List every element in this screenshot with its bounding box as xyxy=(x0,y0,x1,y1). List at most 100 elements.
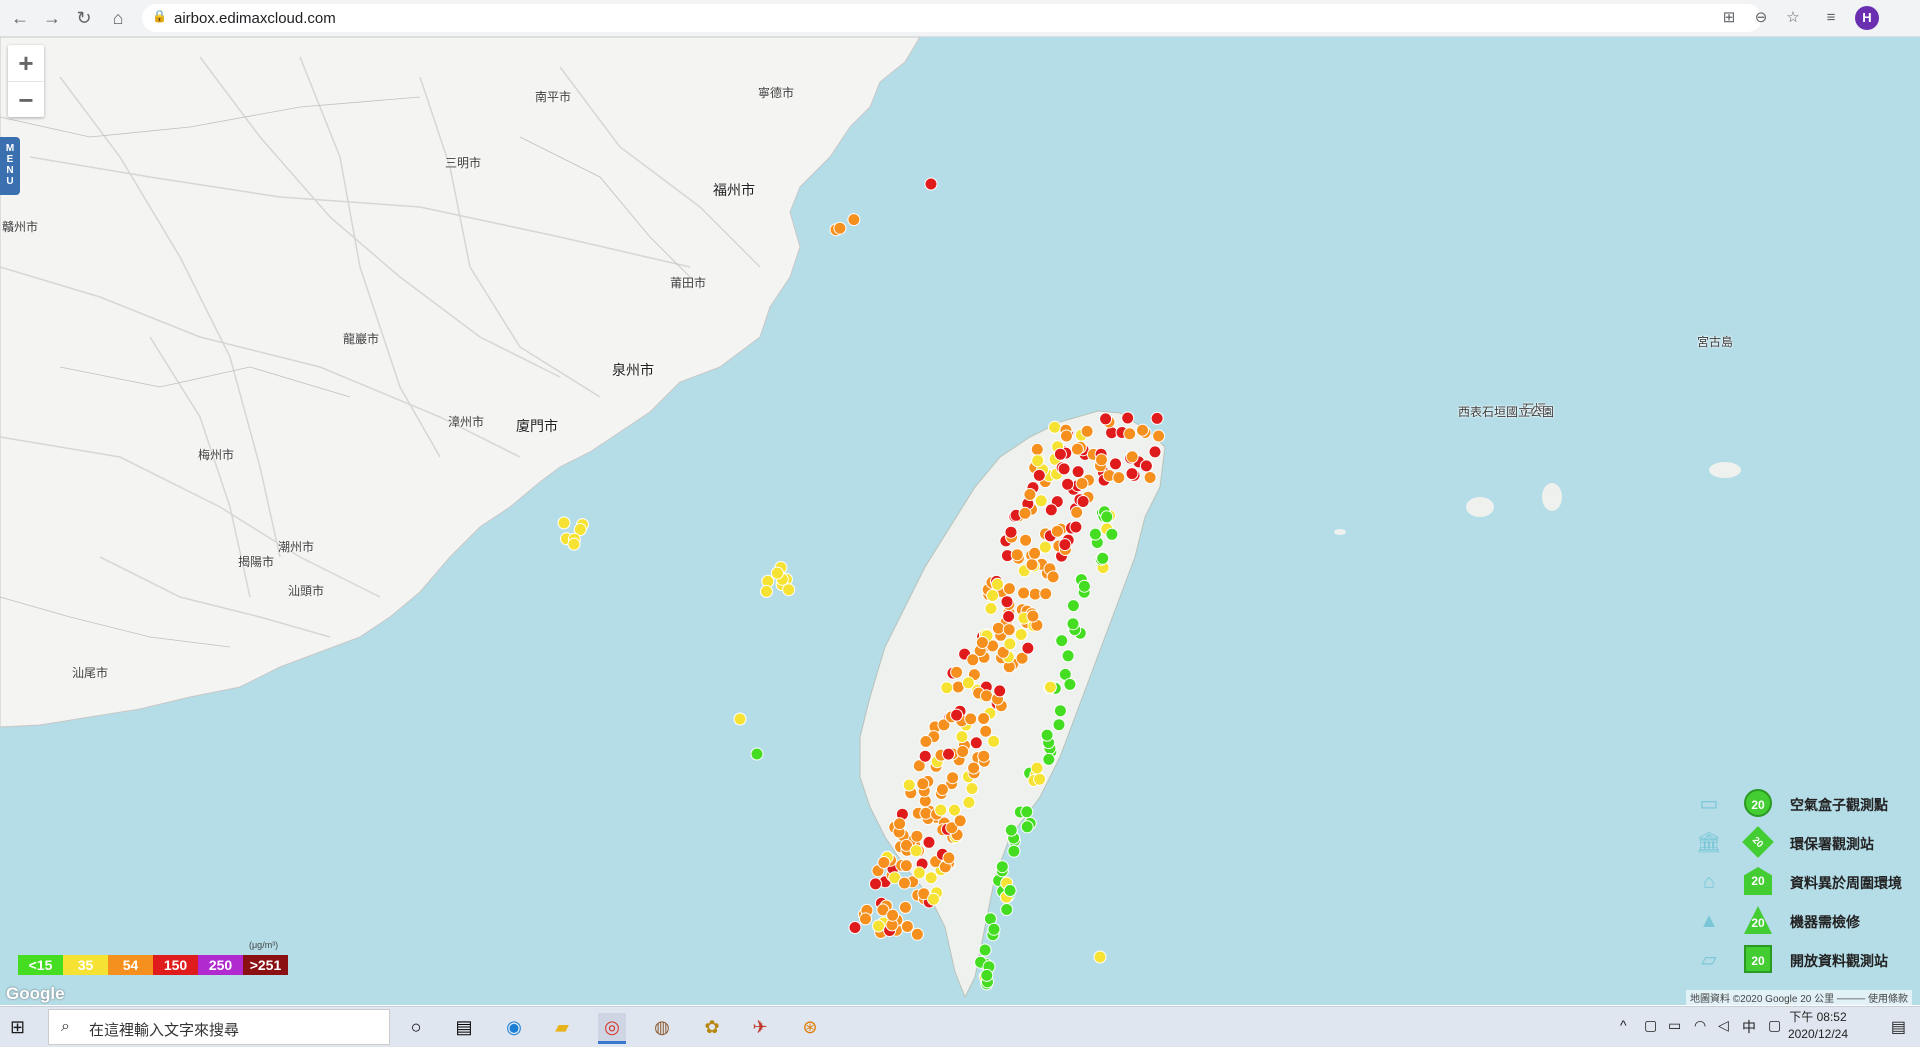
station-marker[interactable] xyxy=(987,922,1001,936)
station-marker[interactable] xyxy=(1095,453,1108,467)
station-marker[interactable] xyxy=(1021,641,1035,655)
station-marker[interactable] xyxy=(1055,634,1069,648)
station-marker[interactable] xyxy=(1038,540,1052,554)
station-marker[interactable] xyxy=(1034,494,1048,508)
station-marker[interactable] xyxy=(833,221,847,235)
playlist-icon[interactable]: ≡ xyxy=(1820,7,1842,29)
station-marker[interactable] xyxy=(950,708,964,722)
station-marker[interactable] xyxy=(1026,609,1040,623)
station-marker[interactable] xyxy=(961,676,975,690)
station-marker[interactable] xyxy=(965,782,979,795)
station-marker[interactable] xyxy=(899,859,913,873)
station-marker[interactable] xyxy=(927,892,940,906)
station-marker[interactable] xyxy=(1139,459,1153,473)
station-marker[interactable] xyxy=(916,777,930,791)
station-marker[interactable] xyxy=(942,747,955,761)
station-marker[interactable] xyxy=(980,968,994,982)
station-marker[interactable] xyxy=(940,681,954,695)
station-marker[interactable] xyxy=(1057,462,1071,476)
station-marker[interactable] xyxy=(1099,412,1113,426)
zoom-icon[interactable]: ⊖ xyxy=(1750,7,1772,29)
avatar[interactable]: H xyxy=(1855,6,1879,30)
station-marker[interactable] xyxy=(966,653,980,667)
station-marker[interactable] xyxy=(1004,823,1018,837)
station-marker[interactable] xyxy=(1121,411,1135,425)
wifi-icon[interactable]: ◠ xyxy=(1694,1017,1706,1034)
station-marker[interactable] xyxy=(567,537,581,551)
station-marker[interactable] xyxy=(1080,424,1094,438)
forward-icon[interactable]: → xyxy=(40,6,64,30)
tray-chevron-icon[interactable]: ^ xyxy=(1620,1017,1627,1033)
station-marker[interactable] xyxy=(1031,454,1045,468)
station-marker[interactable] xyxy=(1071,465,1085,479)
station-marker[interactable] xyxy=(1039,587,1053,601)
station-marker[interactable] xyxy=(1148,445,1162,459)
station-marker[interactable] xyxy=(934,803,948,817)
station-marker[interactable] xyxy=(1096,551,1110,565)
menu-tab[interactable]: MENU xyxy=(0,137,20,195)
station-marker[interactable] xyxy=(1066,599,1080,613)
translate-icon[interactable]: ⊞ xyxy=(1718,7,1740,29)
tray-app-icon[interactable]: ▢ xyxy=(1644,1017,1657,1034)
station-marker[interactable] xyxy=(967,761,981,775)
station-marker[interactable] xyxy=(956,745,970,758)
app-icon-2[interactable]: ✿ xyxy=(698,1013,726,1041)
station-marker[interactable] xyxy=(1002,623,1016,637)
station-marker[interactable] xyxy=(918,749,932,763)
station-marker[interactable] xyxy=(557,516,571,530)
map-canvas[interactable]: 南平市 寧德市 三明市 福州市 贛州市 莆田市 龍巖市 泉州市 漳州市 廈門市 梅州市 潮州市 揭陽市汕… xyxy=(0,37,1920,1005)
station-marker[interactable] xyxy=(1048,420,1062,434)
station-marker[interactable] xyxy=(1075,477,1089,490)
station-marker[interactable] xyxy=(986,589,1000,602)
station-marker[interactable] xyxy=(1077,579,1091,593)
home-icon[interactable]: ⌂ xyxy=(106,6,130,30)
url-text[interactable]: airbox.edimaxcloud.com xyxy=(174,10,336,27)
station-marker[interactable] xyxy=(1014,628,1028,641)
app-icon-3[interactable]: ✈ xyxy=(746,1013,774,1041)
station-marker[interactable] xyxy=(847,213,861,227)
station-marker[interactable] xyxy=(859,912,872,926)
station-marker[interactable] xyxy=(760,584,773,598)
station-marker[interactable] xyxy=(1000,903,1014,916)
station-marker[interactable] xyxy=(910,927,924,941)
station-marker[interactable] xyxy=(1123,427,1137,441)
station-marker[interactable] xyxy=(1061,649,1075,663)
chrome-icon[interactable]: ◎ xyxy=(598,1013,626,1044)
station-marker[interactable] xyxy=(978,943,992,957)
ime-indicator[interactable]: 中 xyxy=(1742,1017,1756,1037)
station-marker[interactable] xyxy=(1043,680,1057,694)
station-marker[interactable] xyxy=(1143,471,1157,484)
station-marker[interactable] xyxy=(987,734,1001,748)
station-marker[interactable] xyxy=(1136,423,1149,437)
station-marker[interactable] xyxy=(1007,844,1021,858)
station-marker[interactable] xyxy=(1150,411,1164,425)
station-marker[interactable] xyxy=(924,871,938,885)
station-marker[interactable] xyxy=(848,921,862,934)
station-marker[interactable] xyxy=(980,689,993,703)
windows-start-icon[interactable]: ⊞ xyxy=(10,1017,30,1037)
station-marker[interactable] xyxy=(1000,595,1014,609)
station-marker[interactable] xyxy=(977,712,991,725)
station-marker[interactable] xyxy=(1125,467,1139,481)
station-marker[interactable] xyxy=(1069,520,1083,534)
station-marker[interactable] xyxy=(1109,457,1122,471)
station-marker[interactable] xyxy=(897,876,911,890)
address-bar[interactable]: 🔒 airbox.edimaxcloud.com xyxy=(142,4,1762,32)
station-marker[interactable] xyxy=(1002,582,1016,596)
edge-icon[interactable]: ◉ xyxy=(500,1013,528,1041)
station-marker[interactable] xyxy=(1125,450,1139,464)
station-marker[interactable] xyxy=(1088,527,1102,541)
station-marker[interactable] xyxy=(993,684,1007,698)
station-marker[interactable] xyxy=(975,636,989,649)
station-marker[interactable] xyxy=(991,621,1005,635)
task-view-icon[interactable]: ▤ xyxy=(450,1013,478,1041)
station-marker[interactable] xyxy=(900,920,914,933)
station-marker[interactable] xyxy=(1042,752,1056,766)
station-marker[interactable] xyxy=(1070,505,1084,519)
station-marker[interactable] xyxy=(770,566,784,580)
station-marker[interactable] xyxy=(950,665,964,679)
station-marker[interactable] xyxy=(1112,471,1126,485)
station-marker[interactable] xyxy=(1100,510,1114,524)
station-marker[interactable] xyxy=(1028,546,1042,560)
station-marker[interactable] xyxy=(969,736,983,750)
